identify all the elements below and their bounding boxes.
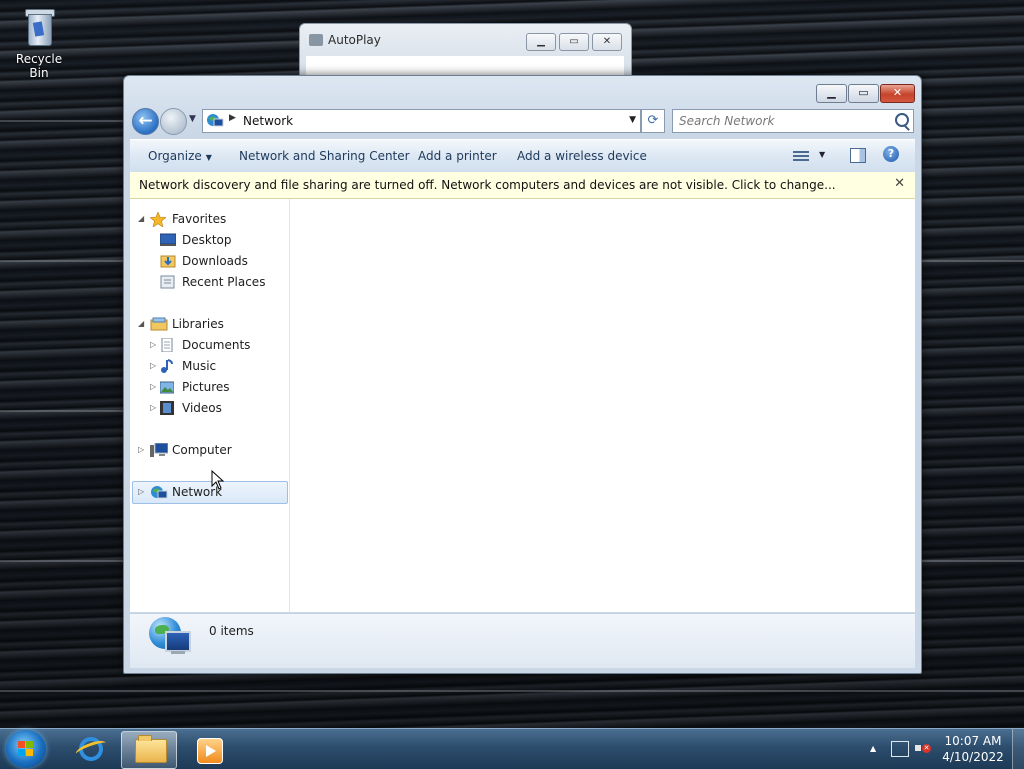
network-icon (150, 485, 168, 499)
clock-date: 4/10/2022 (942, 750, 1004, 764)
system-clock[interactable]: 10:07 AM 4/10/2022 (940, 733, 1006, 765)
item-count: 0 items (209, 624, 254, 638)
clock-time: 10:07 AM (944, 734, 1002, 748)
details-pane: 0 items (130, 613, 915, 668)
expand-icon[interactable]: ▷ (150, 356, 156, 376)
organize-button[interactable]: Organize ▼ (148, 149, 212, 163)
infobar-message[interactable]: Network discovery and file sharing are t… (139, 178, 836, 192)
minimize-button[interactable]: ▁ (816, 84, 847, 103)
preview-pane-icon[interactable] (850, 148, 866, 163)
close-button[interactable]: ✕ (592, 33, 622, 51)
volume-muted-icon[interactable]: ✕ (915, 742, 931, 754)
back-button[interactable]: ← (132, 108, 159, 135)
recycle-bin-label: Recycle Bin (15, 52, 63, 80)
address-bar[interactable]: ▶ Network ▼ (202, 109, 641, 133)
windows-logo-icon (18, 741, 34, 757)
desktop-icon (159, 233, 177, 247)
command-bar: Organize ▼ Network and Sharing Center Add… (130, 139, 915, 173)
computer-icon (150, 442, 169, 457)
expand-icon[interactable]: ▷ (150, 398, 156, 418)
folder-icon (135, 735, 167, 763)
help-icon[interactable]: ? (883, 146, 899, 162)
taskbar-windows-explorer[interactable] (121, 731, 177, 769)
search-box[interactable] (672, 109, 914, 133)
network-icon (206, 113, 224, 132)
tree-label: Libraries (172, 317, 224, 331)
tree-label: Downloads (182, 254, 248, 268)
tree-label: Desktop (182, 233, 232, 247)
tree-label: Pictures (182, 380, 230, 394)
downloads-icon (160, 254, 176, 268)
view-options-dropdown[interactable]: ▼ (819, 150, 825, 159)
network-sharing-center-button[interactable]: Network and Sharing Center (239, 149, 410, 163)
expand-icon[interactable]: ◢ (138, 209, 144, 229)
tree-label: Videos (182, 401, 222, 415)
search-input[interactable] (677, 112, 891, 130)
content-area: ◢ Favorites Desktop Downloads Recent Pla… (130, 199, 915, 612)
tree-label: Favorites (172, 212, 227, 226)
close-button[interactable]: ✕ (880, 84, 915, 103)
desktop-icon-recycle-bin[interactable]: Recycle Bin (6, 6, 72, 80)
network-discovery-infobar[interactable]: Network discovery and file sharing are t… (130, 172, 915, 199)
expand-icon[interactable]: ▷ (150, 377, 156, 397)
recent-places-icon (160, 275, 176, 289)
libraries-icon (150, 317, 168, 331)
start-button[interactable] (6, 730, 46, 768)
refresh-button[interactable]: ⟳ (641, 109, 665, 133)
expand-icon[interactable]: ▷ (138, 440, 144, 460)
breadcrumb-network[interactable]: Network (243, 114, 293, 128)
star-icon (149, 211, 167, 228)
tree-label: Documents (182, 338, 251, 352)
expand-icon[interactable]: ◢ (138, 314, 144, 334)
address-dropdown-icon[interactable]: ▼ (629, 115, 636, 125)
breadcrumb-separator[interactable]: ▶ (229, 113, 236, 123)
add-printer-button[interactable]: Add a printer (418, 149, 497, 163)
organize-label: Organize (148, 149, 202, 163)
recent-pages-dropdown[interactable]: ▼ (189, 114, 196, 124)
pictures-icon (159, 380, 176, 394)
autoplay-title: AutoPlay (328, 33, 381, 47)
expand-icon[interactable]: ▷ (150, 335, 156, 355)
recycle-bin-icon (22, 6, 56, 46)
close-icon[interactable]: ✕ (894, 176, 905, 191)
show-hidden-icons-button[interactable]: ▲ (870, 744, 876, 753)
add-wireless-device-button[interactable]: Add a wireless device (517, 149, 647, 163)
tree-label: Recent Places (182, 275, 266, 289)
network-icon (149, 617, 191, 657)
autoplay-icon (309, 34, 323, 46)
change-view-icon[interactable] (793, 149, 809, 163)
wallpaper-streak (0, 690, 1024, 692)
forward-button[interactable] (160, 108, 187, 135)
explorer-window[interactable]: ▁ ▭ ✕ ← ▼ ▶ Network ▼ ⟳ Organize▼ Networ… (123, 75, 922, 674)
videos-icon (160, 401, 176, 415)
taskbar-internet-explorer[interactable] (63, 731, 117, 767)
search-icon[interactable] (895, 113, 909, 127)
file-list[interactable] (290, 199, 915, 612)
navigation-pane[interactable]: ◢ Favorites Desktop Downloads Recent Pla… (130, 199, 290, 612)
maximize-button[interactable]: ▭ (559, 33, 589, 51)
media-player-icon (197, 738, 223, 764)
tree-label: Computer (172, 443, 232, 457)
documents-icon (160, 337, 176, 353)
chevron-down-icon: ▼ (205, 153, 212, 162)
tree-label: Music (182, 359, 217, 373)
navigation-bar: ← ▼ ▶ Network ▼ ⟳ (132, 107, 914, 135)
internet-explorer-icon (79, 737, 103, 761)
network-tray-icon[interactable] (891, 741, 909, 757)
taskbar: ▲ ✕ 10:07 AM 4/10/2022 (0, 728, 1024, 769)
expand-icon[interactable]: ▷ (138, 482, 144, 502)
taskbar-media-player[interactable] (183, 731, 237, 767)
music-icon (160, 359, 176, 373)
minimize-button[interactable]: ▁ (526, 33, 556, 51)
maximize-button[interactable]: ▭ (848, 84, 879, 103)
show-desktop-button[interactable] (1012, 729, 1024, 769)
